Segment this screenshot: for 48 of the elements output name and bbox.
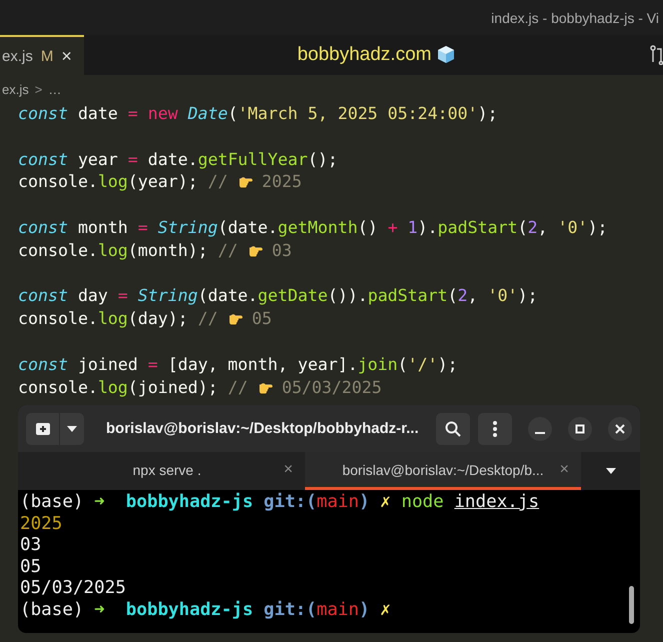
caret-icon [66,424,78,432]
code-line: const month = String(date.getMonth() + 1).padStart(2, '0'); [18,216,608,239]
code-line: console.log(month); // 03 [18,240,292,262]
terminal-title: borislav@borislav:~/Desktop/bobbyhadz-r... [105,420,420,437]
maximize-button[interactable] [568,416,592,440]
code-line: const day = String(date.getDate()).padStart(2, '0'); [18,285,538,308]
compare-icon [649,45,663,65]
breadcrumb-item[interactable]: … [48,82,62,96]
code-line: console.log(year); // 2025 [18,171,302,194]
close-button[interactable]: × [560,460,569,478]
cube-icon [436,45,456,65]
code-line: const year = date.getFullYear(); [18,148,338,171]
editor-tab[interactable]: ex.js M × [0,35,84,75]
caret-icon [604,467,616,475]
terminal-line: 05 [20,556,42,578]
new-tab-icon [34,422,50,436]
window-title: index.js - bobbyhadz-js - Vi [491,10,659,26]
code-line: const joined = [day, month, year].join('/'); [18,354,458,376]
close-button[interactable]: × [284,460,293,478]
close-button[interactable]: × [61,46,72,66]
terminal-line: 2025 [20,514,62,536]
search-icon [445,420,461,436]
terminal-line: 05/03/2025 [20,578,126,600]
site-title: bobbyhadz.com [297,44,432,66]
code-line: console.log(day); // 05 [18,308,272,330]
code-line: const date = new Date('March 5, 2025 05:24:00'); [18,103,498,125]
pointing-hand-icon [228,312,243,326]
search-button[interactable] [436,412,470,444]
maximize-icon [574,422,586,434]
pointing-hand-icon [248,244,263,257]
terminal-line: (base) ➜ bobbyhadz-js git:(main) ✗ node index.js [20,492,540,514]
menu-button[interactable] [478,412,512,444]
terminal-line: 03 [20,535,42,557]
minimize-button[interactable] [528,416,552,440]
terminal-tab[interactable]: npx serve . × [29,452,305,490]
close-icon [614,422,626,434]
breadcrumb-item[interactable]: ex.js [2,82,29,96]
modified-label: M [40,48,54,64]
pointing-hand-icon [258,380,273,394]
close-button[interactable] [608,416,632,440]
pointing-hand-icon [238,175,253,188]
terminal-line: (base) ➜ bobbyhadz-js git:(main) ✗ [20,600,391,622]
code-line: console.log(joined); // 05/03/2025 [18,376,382,399]
menu-icon [493,420,497,436]
minimize-icon [535,432,545,434]
scrollbar[interactable] [629,586,634,624]
terminal-tab[interactable]: borislav@borislav:~/Desktop/b... × [305,452,581,490]
breadcrumb-separator: > [34,82,42,96]
